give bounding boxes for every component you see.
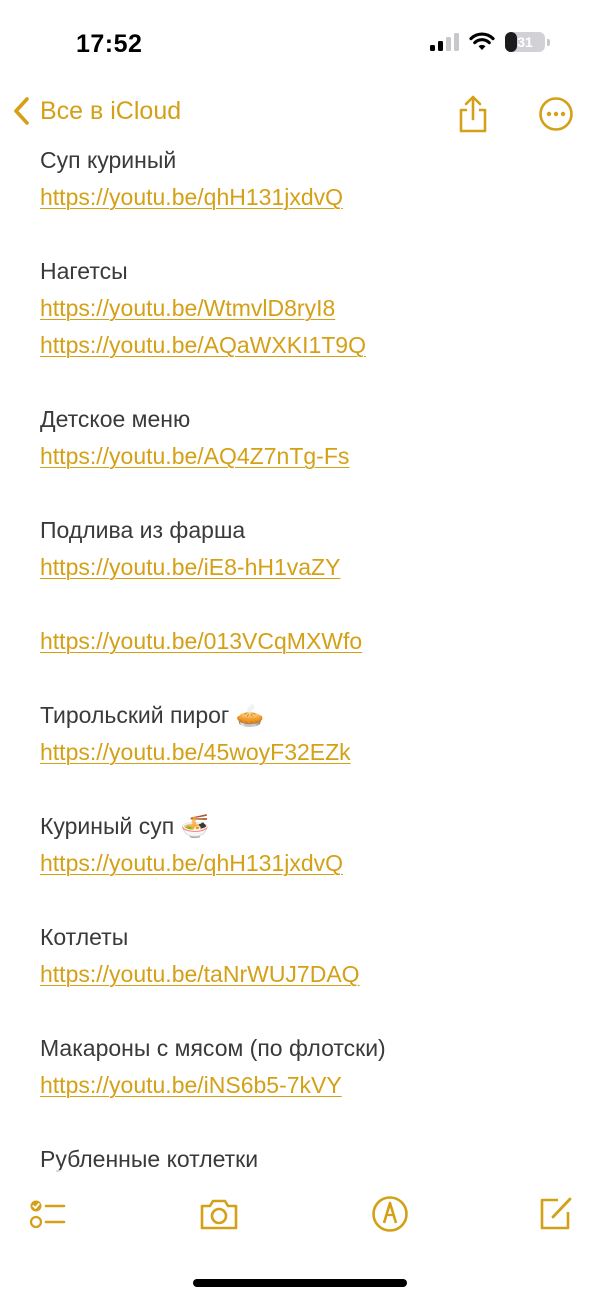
camera-button[interactable]: [198, 1194, 240, 1239]
battery-level: 31: [517, 34, 533, 50]
note-text-line: Суп куриный: [40, 147, 177, 173]
note-link[interactable]: https://youtu.be/45woyF32EZk: [40, 734, 580, 771]
note-text-line: Рубленные котлетки: [40, 1146, 259, 1172]
battery-icon: 31: [505, 32, 545, 52]
note-link[interactable]: https://youtu.be/qhH131jxdvQ: [40, 845, 580, 882]
note-blank-line: [40, 1104, 580, 1141]
chevron-left-icon: [14, 97, 29, 125]
note-text-line: Детское меню: [40, 406, 191, 432]
note-blank-line: [40, 993, 580, 1030]
note-link[interactable]: https://youtu.be/iNS6b5-7kVY: [40, 1067, 580, 1104]
note-link[interactable]: https://youtu.be/iE8-hH1vaZY: [40, 549, 580, 586]
compose-icon: [540, 1197, 572, 1230]
markup-icon: [372, 1196, 408, 1232]
more-button[interactable]: [538, 96, 574, 137]
markup-button[interactable]: [370, 1194, 410, 1239]
note-blank-line: [40, 882, 580, 919]
status-icons: 31: [430, 32, 550, 52]
checklist-icon: [29, 1200, 66, 1229]
note-blank-line: [40, 364, 580, 401]
note-link[interactable]: https://youtu.be/AQaWXKI1T9Q: [40, 327, 580, 364]
home-indicator: [193, 1279, 407, 1287]
note-blank-line: [40, 771, 580, 808]
note-blank-line: [40, 216, 580, 253]
more-icon: [539, 97, 573, 131]
compose-button[interactable]: [536, 1194, 576, 1239]
note-blank-line: [40, 660, 580, 697]
note-link[interactable]: https://youtu.be/taNrWUJ7DAQ: [40, 956, 580, 993]
wifi-icon: [469, 32, 495, 50]
nav-bar: Все в iCloud: [0, 90, 600, 142]
note-link[interactable]: https://youtu.be/WtmvlD8ryI8: [40, 290, 580, 327]
note-text-line: Нагетсы: [40, 258, 128, 284]
status-bar: 17:52 31: [0, 0, 600, 90]
camera-icon: [200, 1199, 238, 1230]
battery-tip: [547, 38, 550, 46]
note-link[interactable]: https://youtu.be/AQ4Z7nTg-Fs: [40, 438, 580, 475]
back-label: Все в iCloud: [40, 96, 182, 125]
note-link[interactable]: https://youtu.be/qhH131jxdvQ: [40, 179, 580, 216]
note-blank-line: [40, 586, 580, 623]
cellular-signal-icon: [430, 33, 459, 51]
battery-fill: [505, 32, 518, 52]
back-button[interactable]: Все в iCloud: [12, 94, 181, 128]
note-text-line: Макароны с мясом (по флотски): [40, 1035, 386, 1061]
note-text-line: Тирольский пирог 🥧: [40, 702, 265, 728]
note-blank-line: [40, 475, 580, 512]
status-time: 17:52: [76, 30, 143, 58]
bottom-toolbar: [0, 1180, 600, 1250]
note-body[interactable]: Суп куриный https://youtu.be/qhH131jxdvQ Н…: [40, 142, 580, 1178]
share-button[interactable]: [456, 94, 490, 139]
share-icon: [459, 95, 487, 133]
note-text-line: Куриный суп 🍜: [40, 813, 210, 839]
note-text-line: Котлеты: [40, 924, 129, 950]
note-link[interactable]: https://youtu.be/013VCqMXWfo: [40, 623, 580, 660]
checklist-button[interactable]: [28, 1194, 68, 1239]
note-text-line: Подлива из фарша: [40, 517, 246, 543]
